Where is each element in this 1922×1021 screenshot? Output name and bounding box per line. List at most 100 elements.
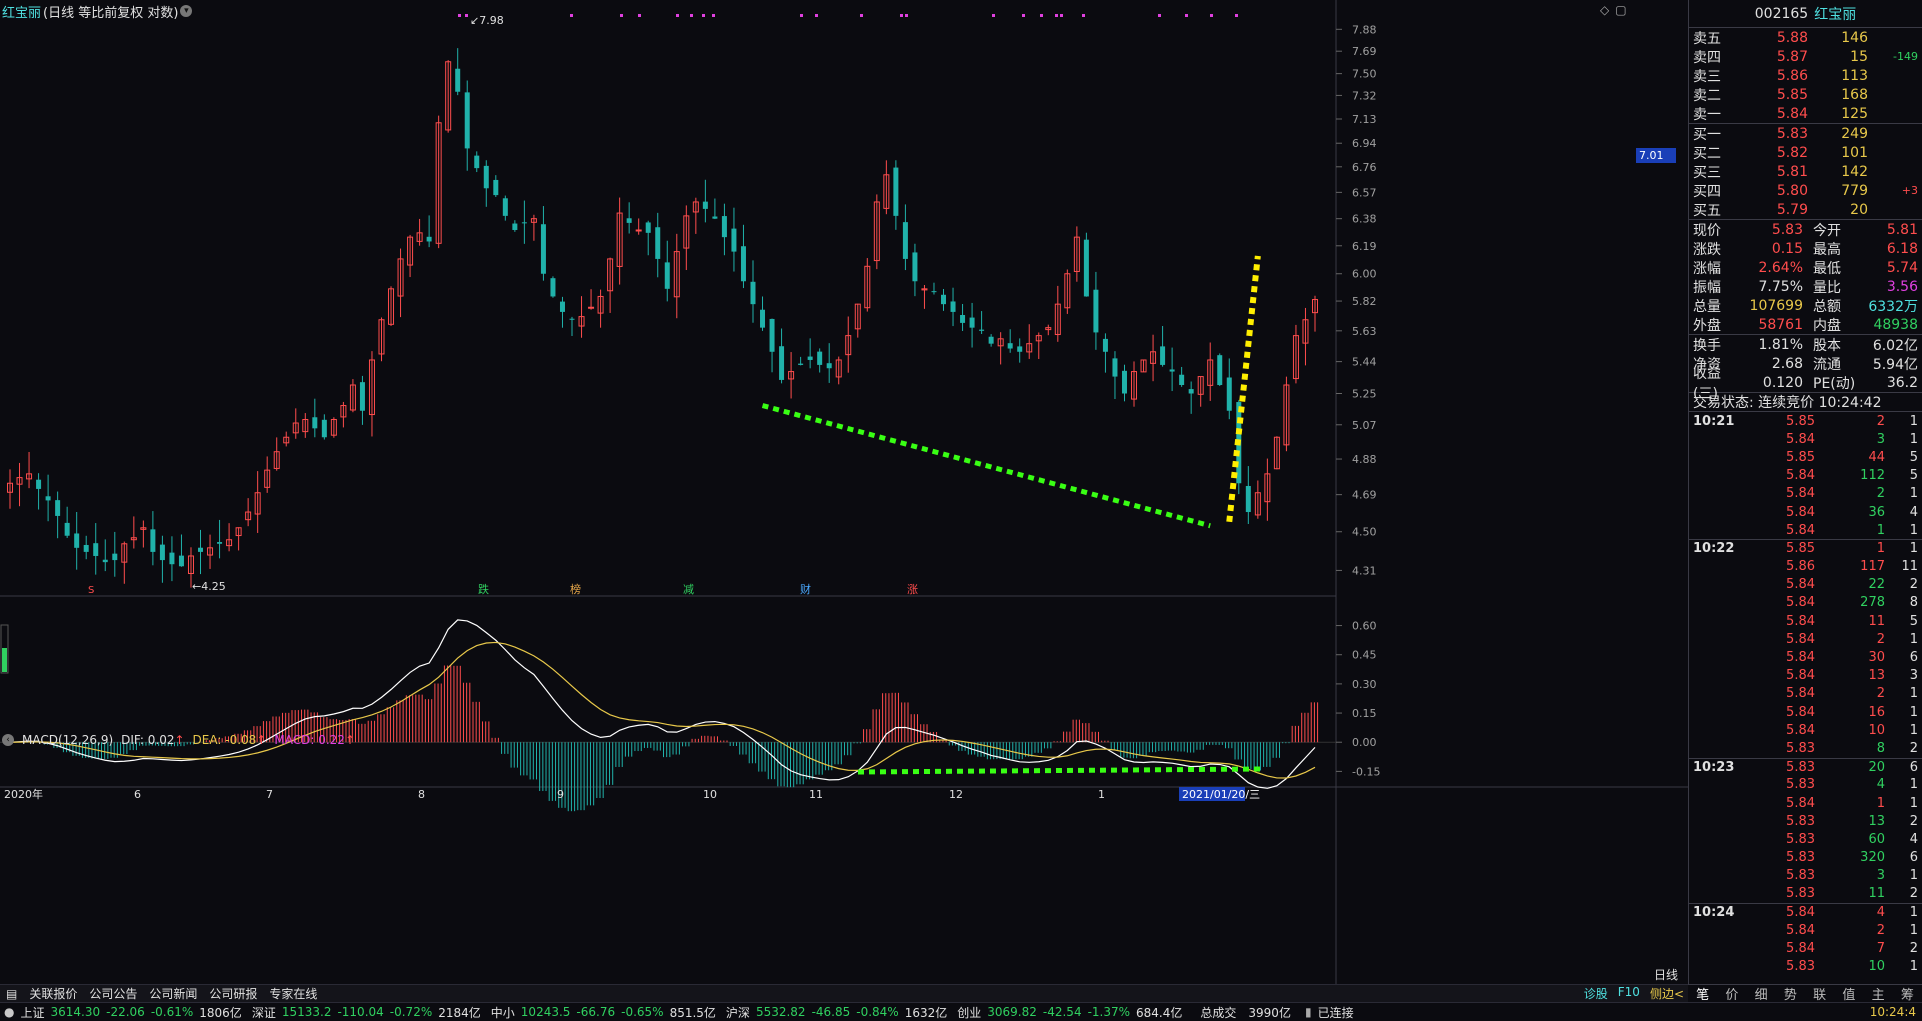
tick-count: 1 xyxy=(1909,431,1918,447)
ask-row[interactable]: 卖四 5.87 15 -149 xyxy=(1689,47,1922,66)
candle-body xyxy=(426,236,432,242)
side-tab-5[interactable]: 值 xyxy=(1842,984,1855,1003)
candle-body xyxy=(760,309,766,328)
candle-body xyxy=(198,547,204,552)
status-bar: ● 上证 3614.30 -22.06 -0.61% 1806亿 深证 15133.2 -110… xyxy=(0,1002,1922,1021)
event-marker: 涨 xyxy=(907,583,918,596)
news-tab-0[interactable]: 关联报价 xyxy=(23,985,83,1002)
chevron-down-icon[interactable]: ▾ xyxy=(180,5,193,17)
price-tick-label: 5.82 xyxy=(1352,295,1377,308)
side-tab-0[interactable]: 笔 xyxy=(1696,984,1709,1003)
f10-link[interactable]: F10 xyxy=(1618,985,1640,1002)
event-dot xyxy=(992,14,995,17)
index-name: 中小 xyxy=(490,1005,515,1020)
ask-row[interactable]: 卖一 5.84 125 xyxy=(1689,104,1922,123)
bid-row[interactable]: 买五 5.79 20 xyxy=(1689,200,1922,219)
x-axis-label: 11 xyxy=(809,788,823,801)
cursor-date-label: 2021/01/20/三 xyxy=(1182,788,1260,801)
candle-body xyxy=(474,155,480,169)
diagnose-link[interactable]: 诊股 xyxy=(1584,985,1608,1002)
price-tick-label: 5.25 xyxy=(1352,387,1377,400)
tick-volume: 112 xyxy=(1860,468,1885,484)
side-tab-6[interactable]: 主 xyxy=(1872,984,1885,1003)
ask-row[interactable]: 卖三 5.86 113 xyxy=(1689,66,1922,85)
event-dot xyxy=(1022,14,1025,17)
tick-volume: 8 xyxy=(1876,740,1885,756)
candle-body xyxy=(655,227,661,259)
event-marker: 减 xyxy=(683,583,694,596)
candle-body xyxy=(178,555,184,567)
collapse-icon[interactable]: ‹ xyxy=(2,734,14,746)
candle-body xyxy=(159,544,165,561)
candle-body xyxy=(902,222,908,259)
candle-body xyxy=(1112,358,1118,377)
tick-price: 5.83 xyxy=(1786,740,1815,756)
candle-body xyxy=(493,179,499,196)
kline-chart[interactable]: 7.88 7.69 7.50 7.32 7.13 6.94 6.76 6.57 6.38 6.19… xyxy=(0,0,1688,984)
bid-row[interactable]: 买三 5.81 142 xyxy=(1689,162,1922,181)
side-tab-7[interactable]: 筹 xyxy=(1901,984,1914,1003)
side-tab-4[interactable]: 联 xyxy=(1813,984,1826,1003)
news-tab-3[interactable]: 公司研报 xyxy=(203,985,263,1002)
stat-value: 3.56 xyxy=(1886,278,1918,295)
menu-icon[interactable]: ▤ xyxy=(0,987,23,1001)
index-price: 3614.30 xyxy=(50,1005,101,1019)
bid-price: 5.79 xyxy=(1776,201,1808,218)
event-dot xyxy=(1060,14,1063,17)
bid-row[interactable]: 买二 5.82 101 xyxy=(1689,143,1922,162)
macd-tick-label: -0.15 xyxy=(1352,765,1380,778)
news-tab-4[interactable]: 专家在线 xyxy=(263,985,323,1002)
candle-body xyxy=(512,223,518,230)
candle-body xyxy=(540,224,546,274)
status-icon[interactable]: ● xyxy=(4,1005,14,1019)
tick-count: 1 xyxy=(1909,486,1918,502)
news-tab-2[interactable]: 公司新闻 xyxy=(143,985,203,1002)
ask-row[interactable]: 卖二 5.85 168 xyxy=(1689,85,1922,104)
period-label[interactable]: 日线 xyxy=(1654,966,1678,983)
low-annotation: ←4.25 xyxy=(192,580,226,593)
bid-row[interactable]: 买四 5.80 779 +3 xyxy=(1689,181,1922,200)
tick-volume: 3 xyxy=(1876,868,1885,884)
candle-body xyxy=(521,222,527,224)
candle-body xyxy=(169,552,175,565)
tick-volume: 30 xyxy=(1868,650,1885,666)
macd-trend-line xyxy=(857,766,1263,775)
tick-count: 1 xyxy=(1909,922,1918,938)
side-tab-1[interactable]: 价 xyxy=(1725,984,1738,1003)
candle-body xyxy=(1102,338,1108,352)
sidebar-toggle[interactable]: 侧边< xyxy=(1650,985,1684,1002)
price-tick-label: 7.32 xyxy=(1352,89,1377,102)
price-tick-label: 4.69 xyxy=(1352,489,1377,502)
event-dot xyxy=(458,14,461,17)
macd-tick-label: 0.15 xyxy=(1352,707,1377,720)
tick-row: 5.84 278 8 xyxy=(1689,594,1922,612)
tick-price: 5.83 xyxy=(1786,759,1815,775)
tick-volume: 1 xyxy=(1876,541,1885,557)
tick-count: 1 xyxy=(1909,905,1918,921)
candle-body xyxy=(150,529,156,552)
candle-body xyxy=(483,165,489,189)
price-tick-label: 4.50 xyxy=(1352,526,1377,539)
window-icon[interactable]: ▢ xyxy=(1615,3,1626,17)
bid-label: 买五 xyxy=(1693,202,1721,219)
connection-status: 已连接 xyxy=(1317,1005,1354,1020)
tick-price: 5.84 xyxy=(1786,704,1815,720)
bid-row[interactable]: 买一 5.83 249 xyxy=(1689,124,1922,143)
tick-volume: 3 xyxy=(1876,431,1885,447)
news-tab-1[interactable]: 公司公告 xyxy=(83,985,143,1002)
stats-table-2: 换手 1.81% 股本 6.02亿 净资 2.68 流通 5.94亿 收益(三) 0.120 PE(… xyxy=(1689,335,1922,402)
tick-volume: 10 xyxy=(1868,959,1885,975)
tick-price: 5.84 xyxy=(1786,431,1815,447)
diamond-icon[interactable]: ◇ xyxy=(1600,3,1609,17)
side-tab-2[interactable]: 细 xyxy=(1755,984,1768,1003)
tick-price: 5.84 xyxy=(1786,595,1815,611)
ask-row[interactable]: 卖五 5.88 146 xyxy=(1689,28,1922,47)
side-tab-3[interactable]: 势 xyxy=(1784,984,1797,1003)
x-axis-label: 7 xyxy=(266,788,273,801)
tick-list[interactable]: 10:21 5.85 2 1 5.84 3 1 5.85 44 5 5.84 112 5 5.84 2 1 5.… xyxy=(1689,412,1922,976)
tick-count: 2 xyxy=(1909,740,1918,756)
chart-area[interactable]: 7.88 7.69 7.50 7.32 7.13 6.94 6.76 6.57 6.38 6.19… xyxy=(0,0,1688,984)
stat-value: 2.64% xyxy=(1758,259,1803,276)
tick-count: 6 xyxy=(1909,850,1918,866)
candle-body xyxy=(1007,343,1013,349)
